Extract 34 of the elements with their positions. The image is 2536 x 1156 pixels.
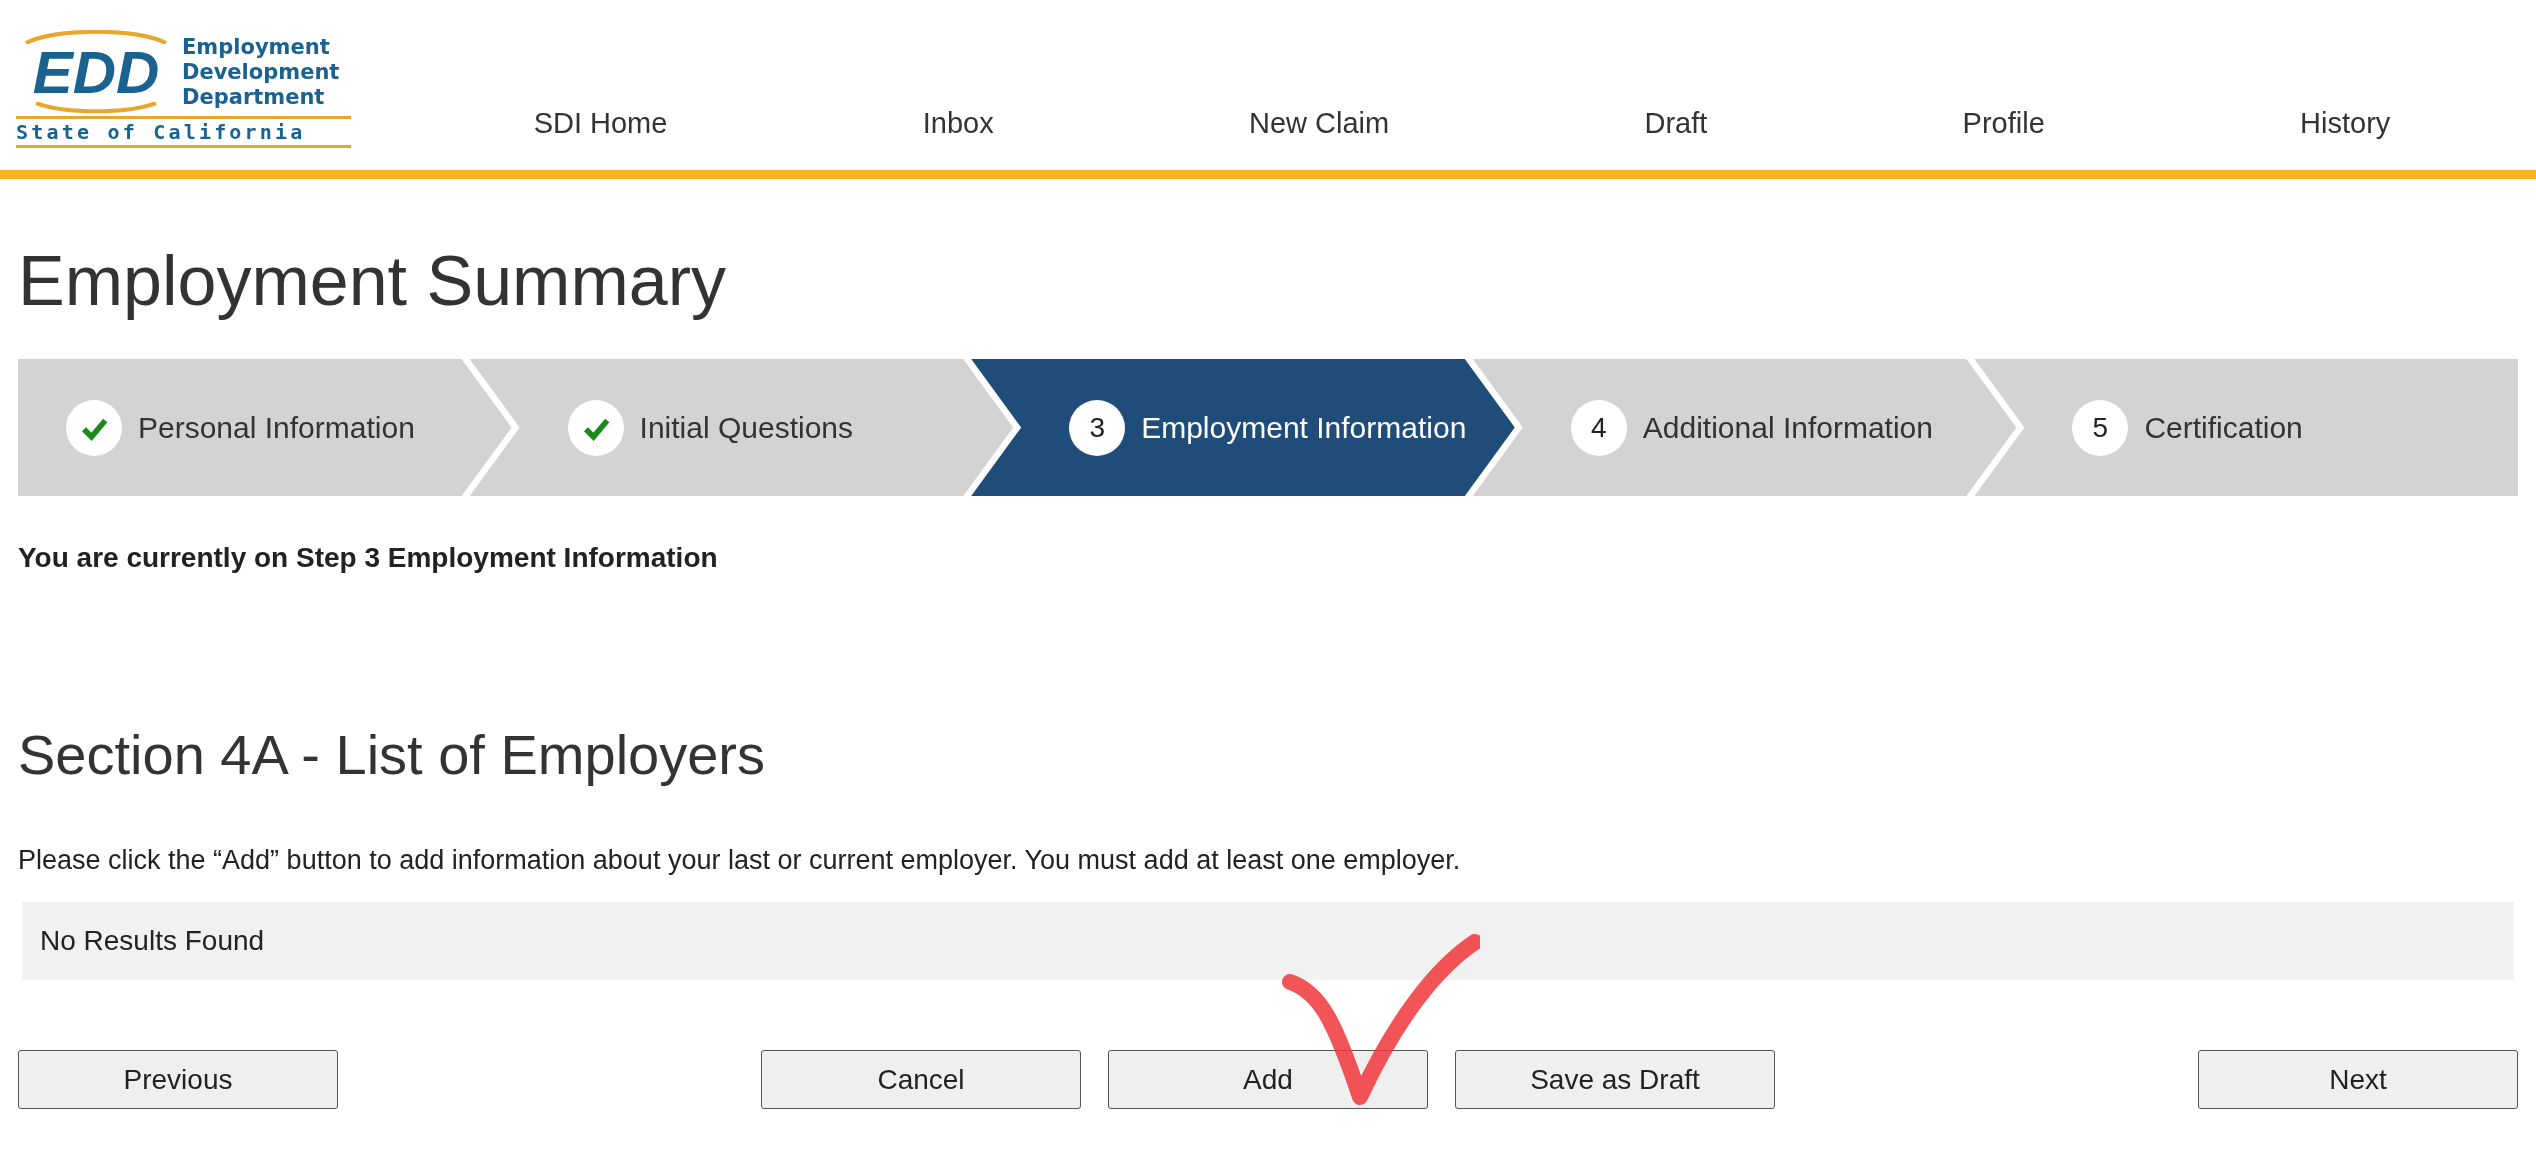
nav-link[interactable]: Profile <box>1962 107 2045 140</box>
step-label: Certification <box>2144 410 2303 445</box>
page-title: Employment Summary <box>18 241 727 321</box>
action-button[interactable]: Next <box>2198 1050 2518 1109</box>
section-heading: Section 4A - List of Employers <box>18 722 766 787</box>
action-button[interactable]: Previous <box>18 1050 338 1109</box>
step-number: 3 <box>1069 399 1126 456</box>
nav-link[interactable]: Inbox <box>922 107 994 140</box>
nav-link[interactable]: Draft <box>1644 107 1708 140</box>
step-number: 5 <box>2072 399 2129 456</box>
action-button[interactable]: Add <box>1108 1050 1428 1109</box>
logo-text: Department <box>182 84 326 110</box>
step-status-text: You are currently on Step 3 Employment Information <box>18 542 719 574</box>
step-label: Additional Information <box>1642 410 1933 445</box>
step-tab[interactable]: Personal Information <box>18 359 512 496</box>
step-label: Initial Questions <box>639 410 854 445</box>
nav-link[interactable]: New Claim <box>1248 107 1390 140</box>
step-tab[interactable]: 3 Employment Information <box>971 359 1515 496</box>
action-button[interactable]: Save as Draft <box>1455 1050 1775 1109</box>
step-label: Personal Information <box>138 410 415 445</box>
logo-text: Development <box>182 59 340 85</box>
instructions-text: Please click the “Add” button to add information about your last or current employer. You must add at least one employer. <box>18 845 1462 876</box>
logo-state-text: State of California <box>16 116 351 148</box>
nav-link[interactable]: History <box>2300 107 2391 140</box>
step-tab[interactable]: 4 Additional Information <box>1472 359 2017 496</box>
action-button[interactable]: Cancel <box>761 1050 1081 1109</box>
step-tab[interactable]: 5 Certification <box>1974 359 2518 496</box>
step-number: 4 <box>1570 399 1627 456</box>
nav-link[interactable]: SDI Home <box>533 107 668 140</box>
logo-text: Employment <box>182 34 331 60</box>
step-label: Employment Information <box>1141 410 1467 445</box>
no-results-text: No Results Found <box>40 925 265 957</box>
step-tab[interactable]: Initial Questions <box>469 359 1014 496</box>
logo-initials: EDD <box>32 44 160 102</box>
